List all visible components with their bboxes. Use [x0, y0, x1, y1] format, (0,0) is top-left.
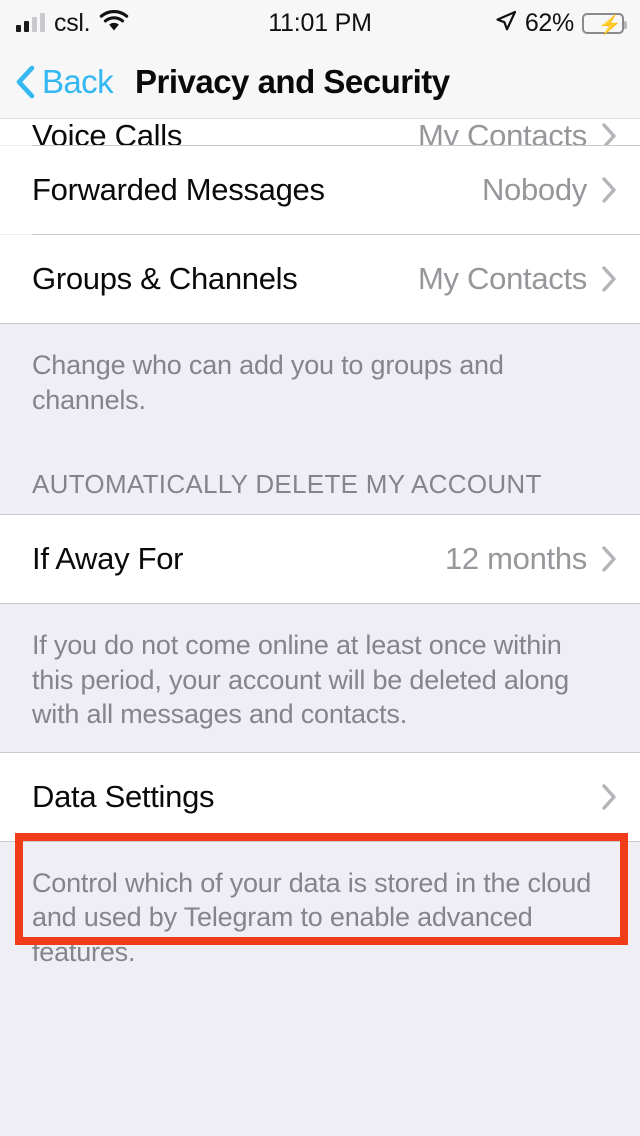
bolt-icon: ⚡ — [597, 14, 622, 36]
table-row-data-settings[interactable]: Data Settings — [0, 752, 640, 841]
row-label: Voice Calls — [32, 119, 183, 145]
row-value: 12 months — [444, 541, 587, 577]
page-title: Privacy and Security — [134, 63, 450, 100]
table-row-groups-and-channels[interactable]: Groups & Channels My Contacts — [0, 235, 640, 323]
row-label: If Away For — [32, 541, 184, 577]
clock-label: 11:01 PM — [268, 8, 372, 37]
table-row-voice-calls[interactable]: Voice Calls My Contacts — [0, 119, 640, 145]
row-label: Data Settings — [32, 778, 215, 814]
row-value: My Contacts — [418, 119, 587, 145]
chevron-right-icon — [601, 783, 618, 811]
phone-screen: csl. 11:01 PM 62% ⚡ Back Privacy and Sec… — [0, 0, 640, 1136]
table-row-if-away-for[interactable]: If Away For 12 months — [0, 515, 640, 604]
section-header-auto-delete: AUTOMATICALLY DELETE MY ACCOUNT — [32, 469, 542, 500]
row-value: Nobody — [481, 172, 587, 207]
row-label: Forwarded Messages — [32, 172, 325, 207]
status-bar-right: 62% ⚡ — [429, 9, 640, 38]
wifi-icon — [99, 9, 129, 37]
section-footer-data-settings: Control which of your data is stored in … — [32, 867, 592, 967]
chevron-left-icon — [14, 65, 36, 99]
back-label: Back — [42, 63, 114, 100]
row-value: My Contacts — [418, 261, 587, 296]
table-row-forwarded-messages[interactable]: Forwarded Messages Nobody — [0, 146, 640, 234]
battery-percent-label: 62% — [524, 8, 574, 37]
settings-scroll-view[interactable]: Voice Calls My Contacts Forwarded Messag… — [0, 119, 640, 1136]
cellular-signal-icon — [16, 13, 45, 32]
status-bar-center: 11:01 PM — [211, 9, 429, 38]
location-arrow-icon — [495, 10, 517, 37]
chevron-right-icon — [601, 176, 618, 204]
section-footer-auto-delete: If you do not come online at least once … — [32, 630, 569, 730]
chevron-right-icon — [601, 545, 618, 573]
row-label: Groups & Channels — [32, 261, 298, 296]
status-bar: csl. 11:01 PM 62% ⚡ — [0, 0, 640, 46]
chevron-right-icon — [601, 265, 618, 293]
navigation-bar: Back Privacy and Security — [0, 46, 640, 119]
back-button[interactable]: Back — [0, 63, 114, 101]
section-footer-groups: Change who can add you to groups and cha… — [32, 350, 504, 415]
status-bar-left: csl. — [0, 9, 211, 38]
chevron-right-icon — [601, 122, 618, 145]
battery-icon: ⚡ — [581, 12, 627, 36]
carrier-label: csl. — [54, 8, 91, 37]
